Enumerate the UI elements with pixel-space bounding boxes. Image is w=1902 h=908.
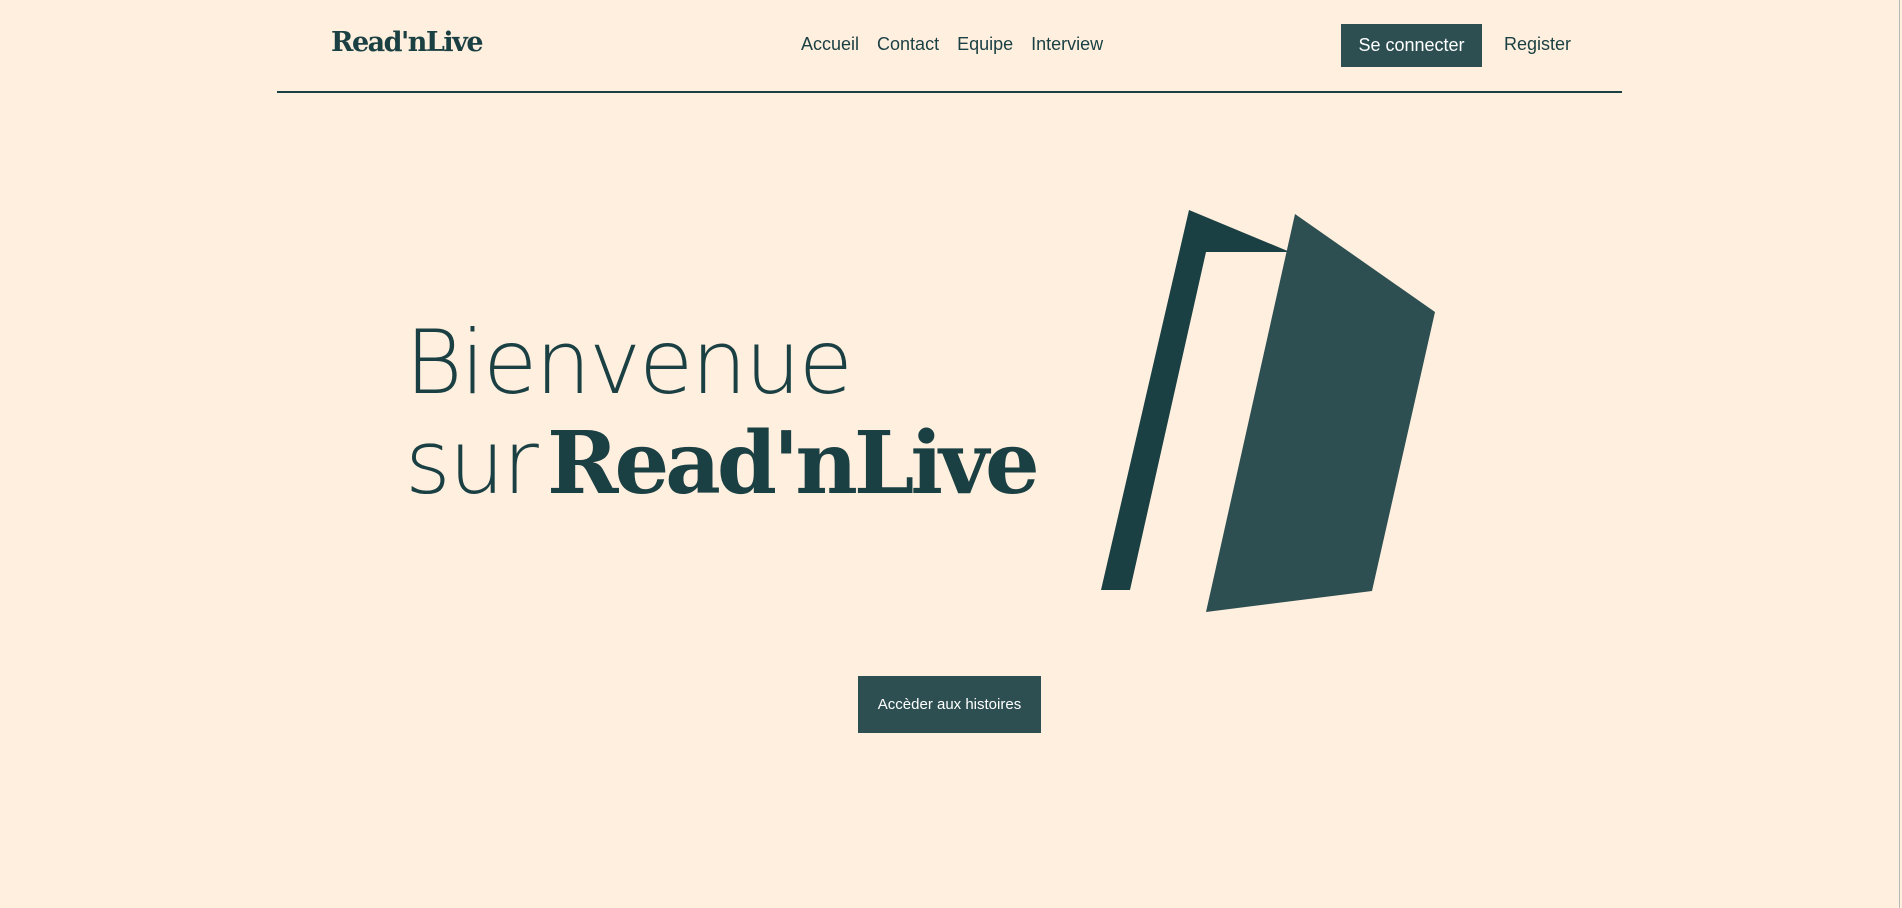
- open-door-icon: [1101, 210, 1435, 612]
- register-link[interactable]: Register: [1504, 34, 1571, 55]
- hero-title-brand: Read'nLive: [546, 413, 1040, 514]
- nav-link-equipe[interactable]: Equipe: [957, 34, 1013, 55]
- nav-link-accueil[interactable]: Accueil: [801, 34, 859, 55]
- hero-title-prefix: sur: [405, 411, 539, 514]
- main-nav: Accueil Contact Equipe Interview: [801, 34, 1103, 55]
- hero-title: Bienvenue sur Read'nLive: [405, 311, 1040, 532]
- scrollbar-edge[interactable]: [1899, 0, 1900, 908]
- nav-link-contact[interactable]: Contact: [877, 34, 939, 55]
- hero-title-line2: sur Read'nLive: [405, 411, 1040, 532]
- door-panel-shape: [1206, 214, 1435, 612]
- hero-title-line1: Bienvenue: [405, 311, 853, 414]
- top-navbar: Read'nLive Accueil Contact Equipe Interv…: [277, 0, 1622, 93]
- site-logo[interactable]: Read'nLive: [331, 27, 484, 58]
- access-stories-button[interactable]: Accèder aux histoires: [858, 676, 1041, 733]
- nav-link-interview[interactable]: Interview: [1031, 34, 1103, 55]
- login-button[interactable]: Se connecter: [1341, 24, 1482, 67]
